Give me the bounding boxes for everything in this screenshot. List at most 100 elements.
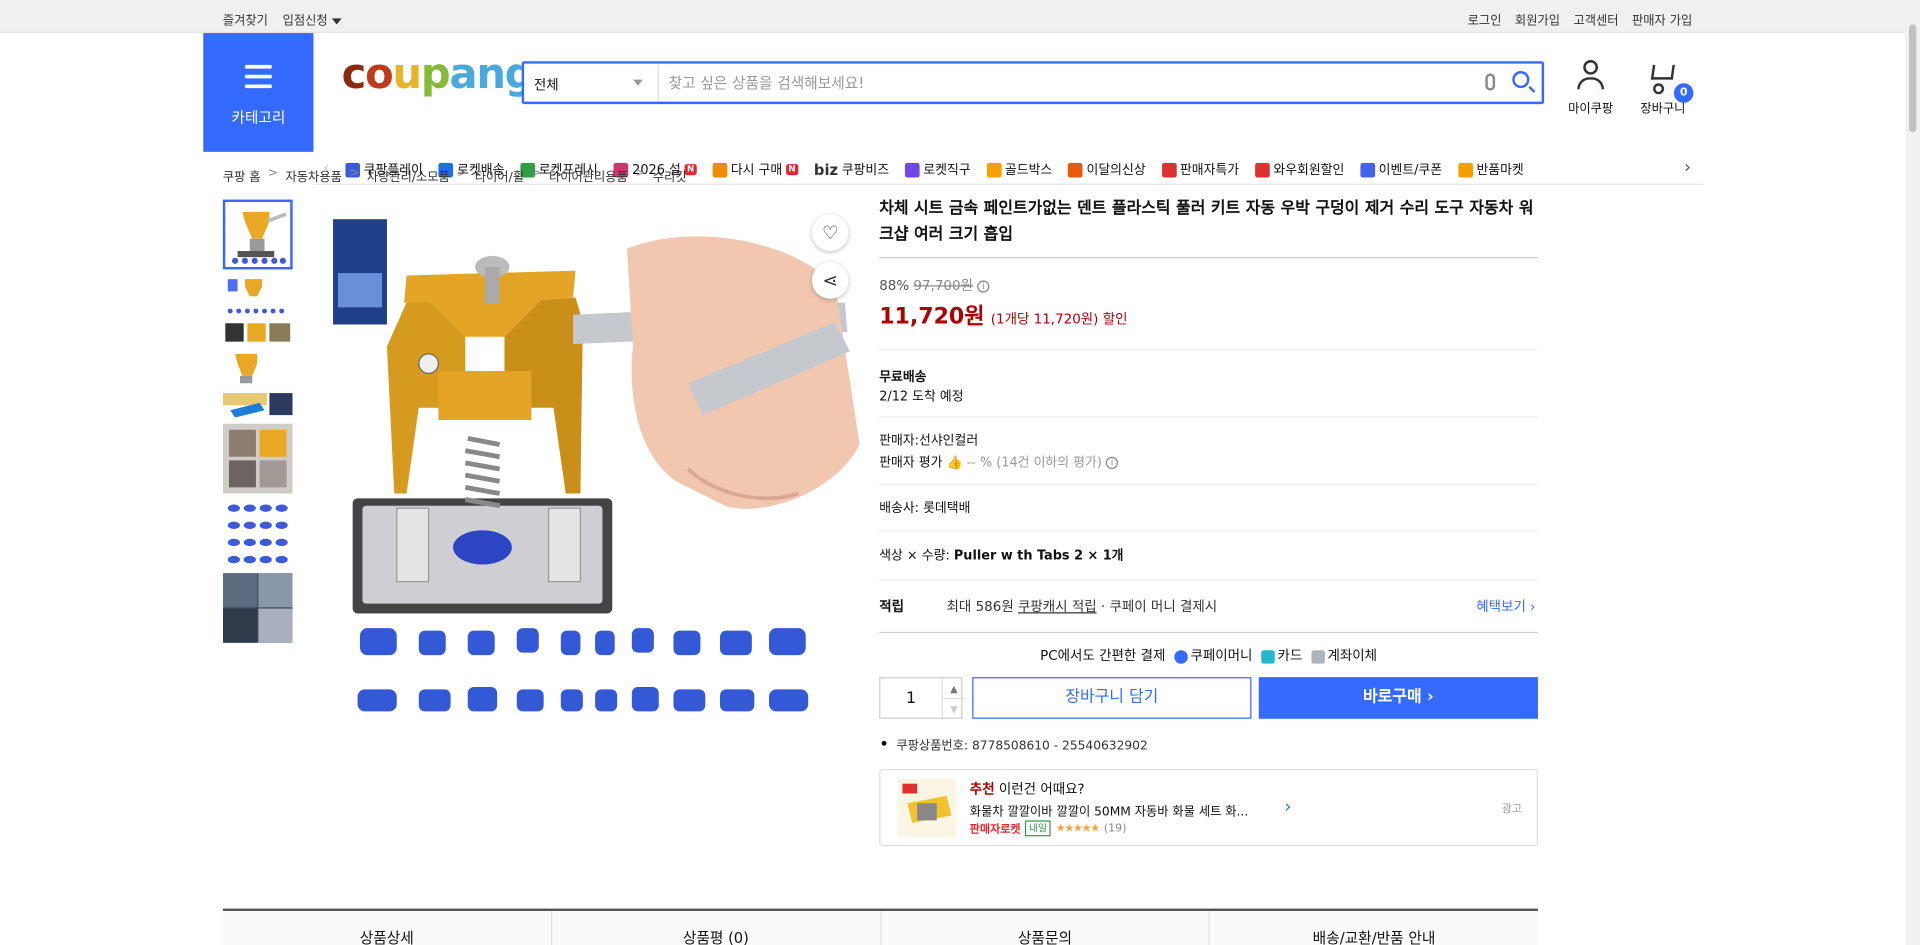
shipping-type: 무료배송 (879, 369, 927, 385)
breadcrumb-item[interactable]: 쿠팡 홈 (223, 167, 261, 184)
nav-item-label: 와우회원할인 (1273, 162, 1345, 178)
product-main-image[interactable] (320, 199, 866, 739)
recommendation-card[interactable]: 추천 이런건 어때요? 화물차 깔깔이바 깔깔이 50MM 자동바 화물 세트 … (879, 768, 1538, 847)
buy-now-button[interactable]: 바로구매 › (1258, 677, 1538, 719)
recommendation-product-name[interactable]: 화물차 깔깔이바 깔깔이 50MM 자동바 화물 세트 화... (970, 801, 1270, 819)
sale-price-line: 11,720원 (1개당 11,720원) 할인 (879, 299, 1538, 331)
chevron-right-icon[interactable]: › (1684, 158, 1691, 178)
breadcrumb-separator: > (531, 166, 542, 181)
signup-link[interactable]: 회원가입 (1515, 10, 1560, 28)
store-apply-link[interactable]: 입점신청 (283, 10, 342, 28)
seller-signup-link[interactable]: 판매자 가입 (1632, 10, 1692, 28)
search-category-select[interactable]: 전체 (524, 63, 659, 102)
search-input[interactable] (668, 71, 1465, 96)
discount-line: 88% 97,700원 i (879, 276, 1538, 296)
seller-name[interactable]: 판매자:선샤인컬러 (879, 430, 1538, 452)
info-icon[interactable]: i (977, 280, 990, 293)
thumbnail-image[interactable] (222, 498, 293, 569)
service-center-link[interactable]: 고객센터 (1573, 10, 1618, 28)
reward-condition: · 쿠페이 머니 결제시 (1096, 598, 1218, 615)
tab-shipping-returns[interactable]: 배송/교환/반품 안내 (1210, 911, 1538, 945)
reward-block: 적립 최대 586원 쿠팡캐시 적립 · 쿠페이 머니 결제시 혜택보기 › (879, 580, 1538, 634)
coupang-logo[interactable]: coupang (342, 50, 535, 100)
goldbox-icon (986, 162, 1002, 177)
breadcrumb: 쿠팡 홈 > 자동차용품 > 차량관리/소모품 > 타이어/휠 > 타이어관리용품 > 수… (223, 167, 687, 185)
scrollbar-thumb[interactable] (1908, 24, 1917, 133)
product-tab-bar: 상품상세 상품평 (0) 상품문의 배송/교환/반품 안내 (222, 908, 1538, 945)
share-icon[interactable]: ⋖ (811, 262, 849, 299)
reward-label: 적립 (879, 598, 904, 615)
nav-item[interactable]: 반품마켓 (1458, 160, 1524, 178)
thumbnail-image[interactable] (222, 573, 293, 643)
breadcrumb-item[interactable]: 자동차용품 (286, 167, 342, 184)
option-block: 색상 × 수량: Puller w th Tabs 2 × 1개 (879, 531, 1538, 581)
product-info-panel: 차체 시트 금속 페인트가없는 덴트 플라스틱 풀러 키트 자동 우박 구덩이 … (879, 196, 1538, 847)
seller-rating-value: -- % (14건 이하의 평가) (966, 455, 1102, 471)
thumbnail-image[interactable] (222, 274, 293, 345)
product-title: 차체 시트 금속 페인트가없는 덴트 플라스틱 풀러 키트 자동 우박 구덩이 … (879, 196, 1538, 259)
carrier-block: 배송사: 롯데택배 (879, 485, 1538, 532)
heart-icon[interactable]: ♡ (811, 214, 849, 252)
breadcrumb-separator: > (267, 166, 279, 181)
nav-item[interactable]: 판매자특가 (1161, 160, 1240, 178)
coupang-cash-link[interactable]: 쿠팡캐시 적립 (1018, 599, 1097, 615)
purchase-row: 1 ▲ ▼ 장바구니 담기 바로구매 › (879, 677, 1538, 721)
nav-item[interactable]: 와우회원할인 (1255, 160, 1344, 178)
breadcrumb-item[interactable]: 타이어관리용품 (549, 167, 628, 184)
page-scrollbar[interactable] (1905, 0, 1920, 945)
header: 카테고리 coupang 전체 마이쿠팡 장바구니 0 ‹ 쿠팡플레이로켓배송로… (0, 33, 1920, 185)
add-to-cart-button[interactable]: 장바구니 담기 (972, 677, 1252, 719)
category-button[interactable]: 카테고리 (203, 33, 314, 152)
thumbnail-image[interactable] (222, 423, 293, 494)
logo-letter: o (365, 50, 394, 100)
sale-price: 11,720원 (879, 303, 985, 330)
option-value: Puller w th Tabs 2 × 1개 (953, 548, 1124, 564)
nav-item[interactable]: 이달의신상 (1068, 160, 1146, 178)
discount-rate: 88% (879, 277, 910, 294)
quantity-down-icon[interactable]: ▼ (943, 699, 965, 720)
benefit-link[interactable]: 혜택보기 › (1476, 596, 1535, 616)
my-coupang-label: 마이쿠팡 (1568, 102, 1614, 117)
nav-item[interactable]: biz 쿠팡비즈 (814, 160, 889, 178)
nav-item-label: 판매자특가 (1179, 162, 1240, 178)
biz-icon: biz (813, 161, 839, 179)
search-bar: 전체 (521, 61, 1545, 105)
tab-product-detail[interactable]: 상품상세 (222, 911, 552, 945)
favorites-link[interactable]: 즐겨찾기 (223, 10, 268, 28)
coupay-money-icon (1174, 649, 1189, 664)
search-icon[interactable] (1512, 71, 1530, 89)
quantity-stepper[interactable]: 1 ▲ ▼ (879, 677, 965, 721)
recommend-heading-text: 이런건 어때요? (994, 781, 1085, 798)
tab-reviews[interactable]: 상품평 (0) (551, 911, 882, 945)
login-link[interactable]: 로그인 (1468, 10, 1502, 28)
recommendation-heading: 추천 이런건 어때요? (970, 779, 1085, 799)
thumbnail-image[interactable] (222, 199, 293, 270)
chevron-right-icon[interactable]: › (1285, 797, 1292, 817)
category-label: 카테고리 (231, 108, 286, 127)
nav-item[interactable]: 골드박스 (986, 160, 1053, 178)
breadcrumb-item[interactable]: 타이어/휠 (475, 167, 524, 184)
nav-item[interactable]: 이벤트/쿠폰 (1360, 160, 1442, 178)
quantity-arrows: ▲ ▼ (941, 678, 965, 721)
nav-item-label: 골드박스 (1004, 162, 1053, 178)
chevron-down-icon (633, 79, 643, 86)
tab-inquiries[interactable]: 상품문의 (881, 911, 1211, 945)
quantity-up-icon[interactable]: ▲ (942, 678, 965, 700)
recommend-tag: 추천 (969, 781, 995, 798)
nav-item-label: 이벤트/쿠폰 (1378, 162, 1443, 178)
breadcrumb-item[interactable]: 차량관리/소모품 (367, 167, 450, 184)
coupon-icon (1360, 162, 1375, 177)
reward-text: 최대 586원 쿠팡캐시 적립 · 쿠페이 머니 결제시 (947, 596, 1218, 616)
recommendation-thumbnail[interactable] (897, 778, 957, 838)
store-apply-label: 입점신청 (282, 14, 328, 29)
breadcrumb-item[interactable]: 수리킷 (653, 167, 687, 184)
mic-icon[interactable] (1485, 73, 1496, 91)
thumbnail-image[interactable] (222, 348, 293, 419)
cart-count-badge: 0 (1673, 83, 1694, 103)
my-coupang-button[interactable]: 마이쿠팡 (1565, 60, 1616, 116)
seller-rocket-badge: 판매자로켓 (969, 824, 1021, 837)
nav-item[interactable]: 로켓직구 (904, 160, 971, 178)
info-icon[interactable]: i (1105, 456, 1119, 469)
nav-item[interactable]: 다시 구매 N (712, 160, 799, 178)
logo-letter: p (420, 50, 451, 100)
